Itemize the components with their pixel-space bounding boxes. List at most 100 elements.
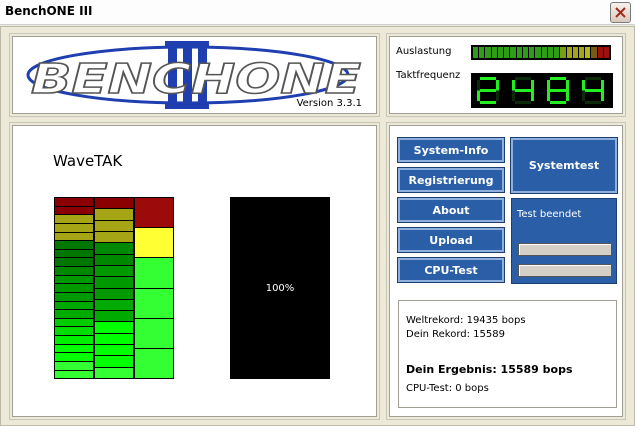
vu-segment [95, 345, 133, 356]
status-progress-bar-1 [518, 243, 612, 256]
progress-value: 100% [265, 283, 295, 294]
vu-segment [95, 220, 133, 231]
vu-segment [95, 254, 133, 265]
frequency-digit [477, 77, 499, 104]
vu-segment [55, 215, 93, 223]
vu-segment [55, 241, 93, 249]
close-icon [615, 7, 626, 18]
vu-segment [135, 198, 173, 228]
registrierung-button[interactable]: Registrierung [397, 167, 505, 193]
vu-segment [95, 367, 133, 378]
load-segment [491, 47, 497, 58]
load-segment [535, 47, 541, 58]
vu-segment [55, 284, 93, 292]
load-segment [547, 47, 554, 58]
frequency-label: Taktfrequenz [396, 70, 461, 81]
vu-segment [95, 299, 133, 311]
status-progress-bar-2 [518, 264, 612, 277]
vu-segment [95, 243, 133, 254]
about-button[interactable]: About [397, 197, 505, 223]
load-segment [560, 47, 566, 58]
load-segment [504, 47, 510, 58]
vu-segment [135, 318, 173, 348]
vu-segment [55, 327, 93, 335]
benchmark-panel: WaveTAK 100% [12, 125, 377, 417]
load-segment [497, 47, 504, 58]
vu-segment [55, 344, 93, 353]
cpu-test-result: CPU-Test: 0 bops [406, 383, 489, 394]
vu-segment [95, 277, 133, 288]
vu-segment [95, 333, 133, 345]
load-segment [529, 47, 535, 58]
load-segment [578, 47, 585, 58]
upload-button[interactable]: Upload [397, 227, 505, 253]
load-meter [471, 45, 611, 60]
load-segment [522, 47, 529, 58]
cpu-test-button[interactable]: CPU-Test [397, 257, 505, 283]
vu-segment [55, 267, 93, 275]
vu-segment [95, 356, 133, 367]
vu-segment [55, 318, 93, 327]
window-title: BenchONE III [5, 4, 93, 18]
load-label: Auslastung [396, 46, 452, 57]
logo-text: BENCHONE [31, 55, 361, 103]
close-button[interactable] [610, 2, 631, 23]
frequency-digit [512, 77, 534, 104]
vu-segment [55, 301, 93, 310]
vu-segment [55, 249, 93, 258]
title-bar: BenchONE III [0, 0, 635, 25]
vu-segment [95, 288, 133, 299]
vu-column-3 [134, 197, 174, 379]
version-label: Version 3.3.1 [296, 98, 362, 109]
vu-segment [95, 311, 133, 322]
vu-segment [55, 206, 93, 215]
vu-segment [95, 322, 133, 333]
frequency-digit [547, 77, 569, 104]
load-segment [572, 47, 578, 58]
vu-segment [55, 198, 93, 206]
vu-segment [55, 336, 93, 344]
load-segment [479, 47, 485, 58]
vu-segment [55, 258, 93, 266]
vu-segment [55, 232, 93, 241]
vu-segment [135, 288, 173, 318]
benchmark-title: WaveTAK [53, 152, 123, 170]
vu-segment [55, 353, 93, 361]
vu-segment [55, 223, 93, 232]
test-status-box: Test beendet [511, 198, 617, 284]
systemtest-button[interactable]: Systemtest [510, 137, 618, 194]
vu-segment [135, 348, 173, 379]
meter-panel: Auslastung Taktfrequenz [389, 36, 623, 114]
personal-record: Dein Rekord: 15589 [406, 329, 505, 340]
load-segment [510, 47, 516, 58]
load-segment [585, 47, 591, 58]
vu-segment [55, 292, 93, 301]
load-segment [597, 47, 603, 58]
vu-segment [95, 231, 133, 243]
vu-column-2 [94, 197, 134, 379]
vu-segment [135, 228, 173, 258]
world-record: Weltrekord: 19435 bops [406, 315, 526, 326]
system-info-button[interactable]: System-Info [397, 137, 505, 163]
vu-column-1 [54, 197, 94, 379]
load-segment [591, 47, 597, 58]
load-segment [541, 47, 547, 58]
vu-segment [55, 310, 93, 318]
load-segment [485, 47, 491, 58]
load-segment [516, 47, 522, 58]
vu-segment [95, 265, 133, 277]
vu-segment [95, 198, 133, 209]
vu-segment [55, 370, 93, 379]
vu-segment [135, 258, 173, 288]
frequency-digit [582, 77, 604, 104]
vu-segment [95, 209, 133, 220]
load-segment [566, 47, 572, 58]
vu-segment [55, 361, 93, 370]
logo-panel: BENCHONE Version 3.3.1 [12, 36, 377, 114]
your-result: Dein Ergebnis: 15589 bops [406, 363, 573, 376]
frequency-display [471, 73, 613, 108]
results-box: Weltrekord: 19435 bops Dein Rekord: 1558… [398, 300, 617, 408]
app-client-area: BENCHONE Version 3.3.1 Auslastung Taktfr… [0, 26, 635, 426]
test-status-text: Test beendet [517, 209, 582, 220]
load-segment [473, 47, 479, 58]
